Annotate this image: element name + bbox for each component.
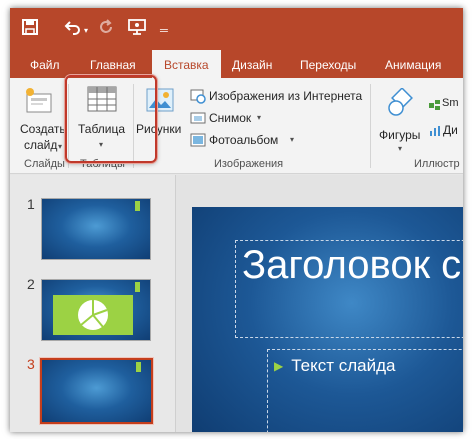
tab-file[interactable]: Файл [30, 58, 60, 72]
group-divider [370, 84, 371, 168]
undo-dropdown-icon[interactable]: ▾ [84, 21, 88, 41]
slide-editor: Заголовок с ▶ Текст слайда [176, 175, 463, 432]
group-illustrations-label: Иллюстр [414, 158, 460, 170]
slide-number: 2 [27, 276, 35, 292]
chevron-down-icon: ▾ [58, 142, 63, 151]
tab-transitions[interactable]: Переходы [300, 58, 356, 72]
slide-thumbnail-3[interactable] [40, 358, 153, 424]
title-placeholder[interactable]: Заголовок с [235, 240, 463, 338]
slide-chart-block [53, 295, 133, 335]
slide-thumbnail-2[interactable] [41, 279, 151, 341]
chart-icon [429, 124, 441, 142]
slide-title: Заголовок с [242, 243, 462, 287]
table-button-highlight [65, 75, 157, 163]
content-placeholder[interactable]: ▶ Текст слайда [267, 349, 463, 432]
slide-number: 1 [27, 196, 35, 212]
slide-thumbnails-pane: 1 2 3 [10, 175, 176, 432]
tab-animations[interactable]: Анимация [385, 58, 441, 72]
bullet-text: Текст слайда [291, 356, 396, 375]
group-images-label: Изображения [214, 158, 284, 170]
chevron-down-icon: ▾ [398, 144, 403, 153]
shapes-icon [386, 87, 416, 123]
bullet-arrow-icon: ▶ [274, 359, 284, 373]
tab-design[interactable]: Дизайн [232, 58, 272, 72]
smartart-label: Sm [442, 97, 459, 109]
new-slide-icon [24, 86, 54, 121]
tab-home[interactable]: Главная [90, 58, 136, 72]
shapes-label: Фигуры [379, 128, 421, 142]
photo-album-icon [190, 132, 206, 153]
ribbon-tabs: Файл Главная Вставка Дизайн Переходы Ани… [10, 50, 463, 78]
photo-album-label: Фотоальбом [209, 133, 279, 147]
online-pictures-label: Изображения из Интернета [209, 89, 363, 103]
start-slideshow-icon[interactable] [128, 19, 146, 40]
smartart-icon [429, 98, 441, 116]
chevron-down-icon: ▾ [290, 135, 295, 144]
save-icon[interactable] [22, 19, 38, 40]
new-slide-label-2: слайд [24, 138, 58, 152]
powerpoint-window: ▾ ═ Файл Главная Вставка Дизайн Переходы… [10, 8, 463, 432]
slide-accent [135, 201, 140, 211]
undo-icon[interactable] [64, 19, 82, 40]
slide-accent [135, 282, 140, 292]
screenshot-icon [190, 110, 206, 131]
screenshot-label: Снимок [209, 111, 252, 125]
tab-insert[interactable]: Вставка [152, 50, 221, 78]
current-slide: Заголовок с ▶ Текст слайда [192, 207, 463, 432]
chart-label: Ди [443, 123, 458, 137]
group-slides-label: Слайды [24, 158, 65, 170]
slide-number-selected: 3 [27, 356, 35, 372]
chevron-down-icon: ▾ [257, 113, 262, 122]
slide-accent [136, 362, 141, 372]
pie-chart-icon [78, 300, 108, 330]
redo-icon [98, 19, 114, 40]
customize-toolbar-icon[interactable]: ═ [160, 21, 168, 41]
title-bar: ▾ ═ [10, 8, 463, 50]
online-pictures-icon [190, 88, 206, 109]
new-slide-label-1: Создать [20, 122, 66, 136]
bullet-item: ▶ Текст слайда [274, 356, 396, 376]
slide-thumbnail-1[interactable] [41, 198, 151, 260]
